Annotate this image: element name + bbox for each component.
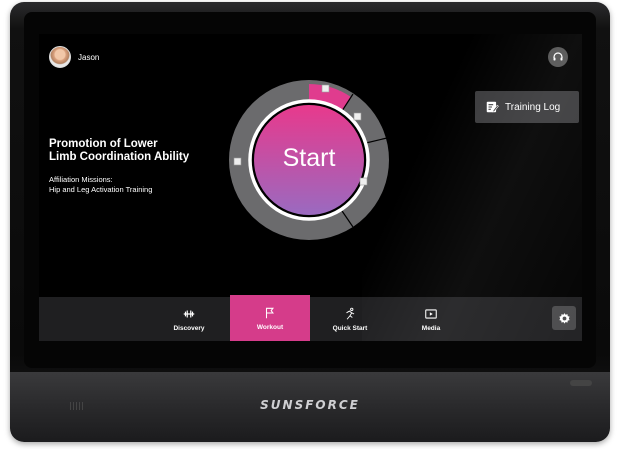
program-title-line1: Promotion of Lower <box>49 138 158 150</box>
usb-port <box>570 380 592 386</box>
user-profile[interactable]: Jason <box>49 46 99 68</box>
brand-logo: SUNSFORCE <box>260 398 360 412</box>
training-log-label: Training Log <box>505 101 561 113</box>
avatar[interactable] <box>49 46 71 68</box>
nav-media[interactable]: Media <box>391 297 471 341</box>
program-title: Promotion of Lower Limb Coordination Abi… <box>49 138 249 164</box>
media-icon <box>425 308 437 319</box>
nav-quick-start[interactable]: Quick Start <box>310 297 390 341</box>
settings-button[interactable] <box>552 306 576 330</box>
nav-quick-start-label: Quick Start <box>332 324 368 332</box>
program-title-line2: Limb Coordination Ability <box>49 151 190 163</box>
nav-media-label: Media <box>421 324 441 332</box>
nav-workout[interactable]: Workout <box>230 295 310 341</box>
workout-ring <box>229 80 389 240</box>
support-button[interactable] <box>548 47 568 67</box>
bottom-nav: Discovery Workout Quick Start Media <box>39 295 582 341</box>
start-button[interactable] <box>254 105 364 215</box>
app-screen: Jason Promotion of Lower Limb Coordinati… <box>39 34 582 341</box>
mission-name: Hip and Leg Activation Training <box>49 184 153 194</box>
affiliation-missions: Affiliation Missions: Hip and Leg Activa… <box>49 175 249 194</box>
running-icon <box>346 307 355 320</box>
nav-discovery[interactable]: Discovery <box>149 297 229 341</box>
discovery-icon <box>183 310 195 317</box>
mission-label: Affiliation Missions: <box>49 175 113 184</box>
ring-marker-icon[interactable] <box>233 157 242 166</box>
headset-icon <box>553 52 563 61</box>
training-log-icon <box>486 101 499 113</box>
nav-discovery-label: Discovery <box>173 324 205 332</box>
ring-marker-icon[interactable] <box>359 177 368 186</box>
ring-marker-icon[interactable] <box>321 84 330 93</box>
flag-icon <box>265 307 274 318</box>
training-log-button[interactable]: Training Log <box>475 91 579 123</box>
gear-icon <box>558 312 570 324</box>
user-name: Jason <box>78 52 100 62</box>
ring-marker-icon[interactable] <box>353 112 362 121</box>
device-base: SUNSFORCE <box>10 372 610 440</box>
nav-workout-label: Workout <box>256 323 284 331</box>
